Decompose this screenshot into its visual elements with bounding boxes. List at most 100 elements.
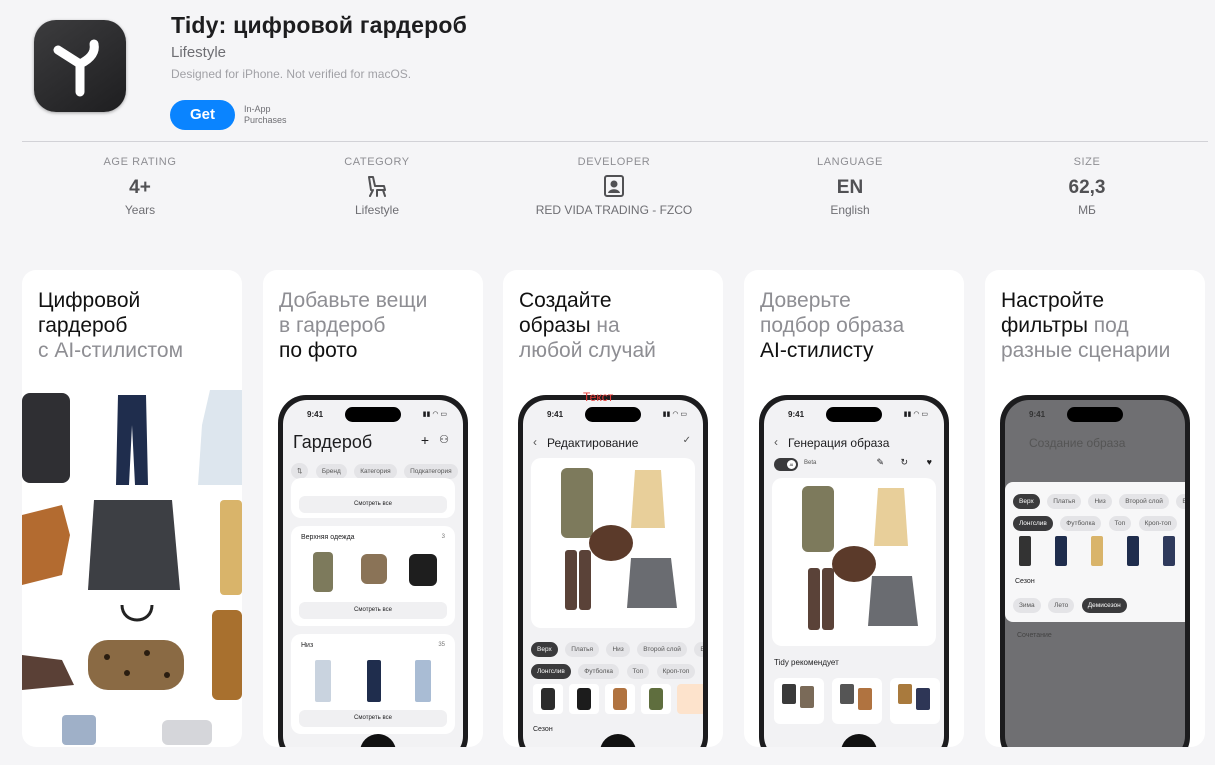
- coat: [313, 552, 333, 592]
- app-category-link[interactable]: Lifestyle: [171, 44, 226, 61]
- heart-icon[interactable]: ♥: [927, 457, 932, 467]
- card-headline: Настройте фильтры под разные сценарии: [1001, 288, 1205, 363]
- chip-summer[interactable]: Лето: [1048, 598, 1075, 613]
- section-count: 35: [438, 642, 445, 648]
- profile-icon[interactable]: ⚇: [439, 433, 449, 446]
- chip-top-item[interactable]: Топ: [1108, 516, 1132, 531]
- chip-second-layer[interactable]: Второй слой: [637, 642, 687, 657]
- recommendations[interactable]: [768, 676, 944, 726]
- subcategory-chips: Лонгслив Футболка Топ Кроп-топ Б: [531, 660, 703, 679]
- app-title: Tidy: цифровой гардероб: [171, 12, 467, 38]
- item-picker[interactable]: [527, 682, 703, 716]
- item-thumb: [1091, 536, 1103, 566]
- screen-title: Генерация образа: [788, 436, 890, 450]
- chip-winter[interactable]: Зима: [1013, 598, 1041, 613]
- chip-tshirt[interactable]: Футболка: [578, 664, 620, 679]
- chip-crop-top[interactable]: Кроп-топ: [1138, 516, 1178, 531]
- beige-pants: [220, 500, 242, 595]
- screenshot-card-5[interactable]: Настройте фильтры под разные сценарии 9:…: [985, 270, 1205, 747]
- light-sweater: [162, 720, 212, 745]
- chip-more[interactable]: Ве: [694, 642, 703, 657]
- chip-top-item[interactable]: Топ: [626, 664, 650, 679]
- outerwear-items: [313, 552, 437, 592]
- filter-icon[interactable]: ⇅: [291, 463, 309, 479]
- card-headline: Цифровой гардероб с AI-стилистом: [38, 288, 242, 363]
- camera-fab[interactable]: [360, 734, 396, 747]
- phone-mockup: 9:41 ▮▮ ◠ ▭ ‹ Редактирование ✓ Верх Плат…: [518, 395, 708, 747]
- chip-brand[interactable]: Бренд: [315, 464, 347, 479]
- headline-word: на: [590, 314, 620, 337]
- developer-sub[interactable]: RED VIDA TRADING - FZCO: [514, 203, 714, 217]
- light-jeans: [315, 660, 331, 702]
- chip-crop-top[interactable]: Кроп-топ: [656, 664, 696, 679]
- chip-more[interactable]: Ве: [1176, 494, 1185, 509]
- see-all-button[interactable]: Смотреть все: [299, 710, 447, 727]
- screenshot-card-2[interactable]: Добавьте вещи в гардероб по фото 9:41 ▮▮…: [263, 270, 483, 747]
- screenshot-card-3[interactable]: Создайте образы на любой случай 9:41 ▮▮ …: [503, 270, 723, 747]
- gray-jacket: [88, 500, 180, 590]
- chip-top[interactable]: Верх: [531, 642, 558, 657]
- coat: [561, 468, 593, 538]
- dynamic-island: [826, 407, 882, 422]
- action-fab[interactable]: [600, 734, 636, 747]
- phone-screen-dimmed: 9:41 Создание образа Верх Платья Низ Вто…: [1005, 400, 1185, 747]
- overlay-text: Текст: [583, 390, 614, 404]
- filter-panel: Верх Платья Низ Второй слой Ве Лонгслив …: [1005, 482, 1185, 622]
- chip-tshirt[interactable]: Футболка: [1060, 516, 1102, 531]
- filter-chips: ⇅ Бренд Категория Подкатегория: [291, 460, 461, 479]
- info-developer: DEVELOPER RED VIDA TRADING - FZCO: [514, 156, 714, 217]
- outfit-canvas[interactable]: [531, 458, 695, 628]
- status-time: 9:41: [307, 410, 324, 419]
- add-icon[interactable]: +: [421, 432, 429, 448]
- ai-toggle[interactable]: AI: [774, 458, 798, 471]
- outfit-items: [802, 486, 918, 630]
- chip-demiseason[interactable]: Демисезон: [1081, 598, 1127, 613]
- dynamic-island: [345, 407, 401, 422]
- chip-longsleeve[interactable]: Лонгслив: [531, 664, 571, 679]
- header-divider: [22, 141, 1208, 142]
- chip-subcategory[interactable]: Подкатегория: [404, 464, 458, 479]
- sweater: [627, 558, 677, 608]
- headline-line: Доверьте: [760, 289, 851, 312]
- chip-top[interactable]: Верх: [1013, 494, 1040, 509]
- chip-longsleeve[interactable]: Лонгслив: [1013, 516, 1053, 531]
- size-label: SIZE: [1073, 156, 1101, 168]
- action-fab[interactable]: [841, 734, 877, 747]
- tank-top: [874, 488, 908, 546]
- back-icon[interactable]: ‹: [533, 435, 537, 449]
- chip-second-layer[interactable]: Второй слой: [1119, 494, 1169, 509]
- screenshot-card-1[interactable]: Цифровой гардероб с AI-стилистом: [22, 270, 242, 747]
- subcategory-chips: Лонгслив Футболка Топ Кроп-топ: [1013, 512, 1180, 531]
- outfit-items: [561, 468, 677, 610]
- tidy-app-icon: [53, 39, 99, 97]
- item-thumb: [1127, 536, 1139, 566]
- info-category: CATEGORY Lifestyle: [277, 156, 477, 217]
- status-time: 9:41: [1029, 410, 1046, 419]
- refresh-icon[interactable]: ↻: [900, 457, 908, 468]
- dynamic-island: [1067, 407, 1123, 422]
- chip-category[interactable]: Категория: [354, 464, 397, 479]
- filter-items[interactable]: [1005, 532, 1185, 572]
- in-app-label: In-App: [244, 104, 271, 114]
- info-age-rating: AGE RATING 4+ Years: [40, 156, 240, 217]
- language-sub: English: [830, 203, 870, 217]
- chip-bottom[interactable]: Низ: [606, 642, 630, 657]
- get-button[interactable]: Get: [170, 100, 235, 130]
- dynamic-island: [585, 407, 641, 422]
- back-icon[interactable]: ‹: [774, 435, 778, 449]
- chip-dresses[interactable]: Платья: [1047, 494, 1082, 509]
- section-bottoms: Низ 35 Смотреть все: [291, 634, 455, 734]
- chip-dresses[interactable]: Платья: [565, 642, 600, 657]
- generated-outfit: [772, 478, 936, 646]
- bottoms-items: [315, 660, 431, 702]
- see-all-button[interactable]: Смотреть все: [299, 602, 447, 619]
- see-all-button[interactable]: Смотреть все: [299, 496, 447, 513]
- rec-item: [800, 686, 814, 708]
- check-icon[interactable]: ✓: [683, 435, 691, 446]
- headline-line: любой случай: [519, 339, 656, 362]
- phone-mockup: 9:41 Создание образа Верх Платья Низ Вто…: [1000, 395, 1190, 747]
- chip-bottom[interactable]: Низ: [1088, 494, 1112, 509]
- magic-wand-icon[interactable]: ✎: [876, 457, 884, 468]
- item-thumb: [541, 688, 555, 710]
- screenshot-card-4[interactable]: Доверьте подбор образа AI-стилисту 9:41 …: [744, 270, 964, 747]
